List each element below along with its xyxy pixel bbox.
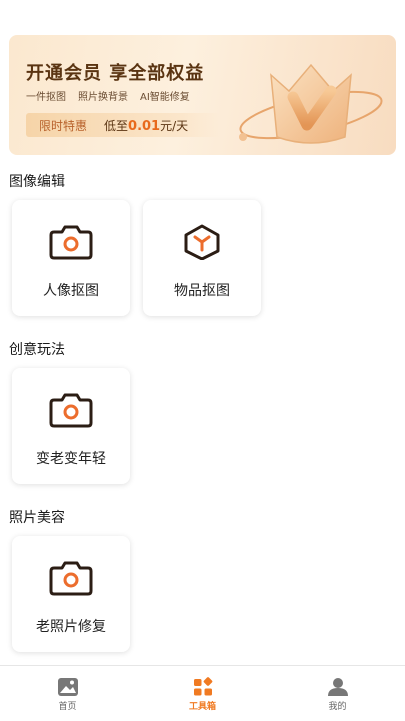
section-title-photo-beauty: 照片美容	[9, 510, 65, 526]
tool-label: 人像抠图	[43, 283, 99, 299]
promo-tag: 限时特惠	[39, 118, 88, 133]
tool-label: 变老变年轻	[36, 451, 106, 467]
nav-item-home[interactable]: 首页	[0, 666, 135, 721]
camera-icon	[48, 392, 94, 428]
tool-card-portrait-cutout[interactable]: 人像抠图	[12, 200, 130, 316]
nav-label: 我的	[328, 702, 347, 712]
banner-feature: 一件抠图	[26, 92, 66, 103]
camera-icon	[48, 560, 94, 596]
banner-title: 开通会员 享全部权益	[26, 63, 205, 84]
tool-card-old-photo-restore[interactable]: 老照片修复	[12, 536, 130, 652]
tool-card-object-cutout[interactable]: 物品抠图	[143, 200, 261, 316]
promo-prefix: 低至	[104, 118, 129, 133]
membership-banner[interactable]: 开通会员 享全部权益 一件抠图 照片换背景 AI智能修复 限时特惠 低至0.01…	[9, 35, 396, 155]
banner-feature: AI智能修复	[140, 92, 190, 103]
nav-item-profile[interactable]: 我的	[270, 666, 405, 721]
promo-suffix: 元/天	[160, 118, 189, 133]
tool-label: 物品抠图	[174, 283, 230, 299]
promo-price: 低至0.01元/天	[104, 117, 188, 134]
bottom-nav: 首页 工具箱 我的	[0, 665, 405, 721]
banner-features: 一件抠图 照片换背景 AI智能修复	[26, 88, 190, 103]
banner-feature: 照片换背景	[78, 92, 128, 103]
nav-label: 工具箱	[188, 702, 216, 712]
toolbox-icon	[193, 677, 212, 696]
promo-price-value: 0.01	[128, 118, 161, 134]
nav-item-toolbox[interactable]: 工具箱	[135, 666, 270, 721]
tool-card-age-transform[interactable]: 变老变年轻	[12, 368, 130, 484]
section-title-creative: 创意玩法	[9, 342, 65, 358]
crown-badge-icon	[231, 45, 391, 155]
profile-icon	[327, 678, 348, 696]
cube-icon	[179, 224, 225, 260]
image-icon	[57, 678, 78, 696]
camera-icon	[48, 224, 94, 260]
section-title-image-edit: 图像编辑	[9, 174, 65, 190]
tool-label: 老照片修复	[36, 619, 106, 635]
promo-strip: 限时特惠 低至0.01元/天	[26, 113, 221, 137]
nav-label: 首页	[58, 702, 77, 712]
